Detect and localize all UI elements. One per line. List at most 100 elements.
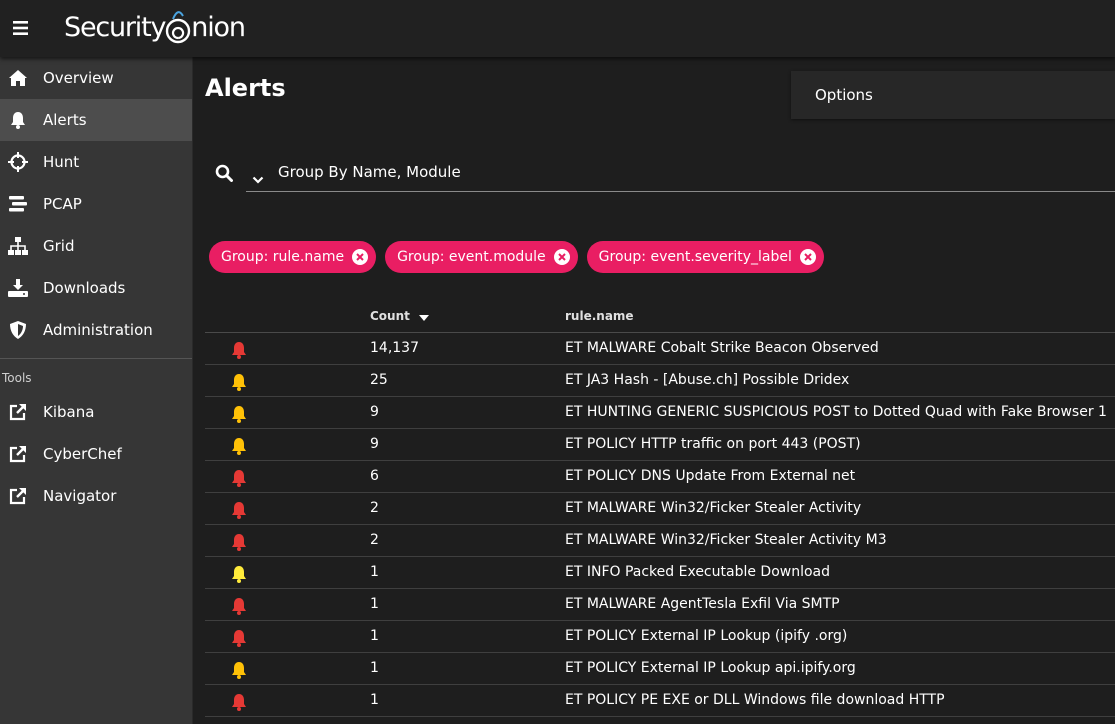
- sidebar-item-label: PCAP: [43, 195, 82, 213]
- sidebar-nav: Overview Alerts Hunt PCAP Grid Downloads: [0, 57, 193, 724]
- rule-name-cell[interactable]: ET MALWARE AgentTesla Exfil Via SMTP: [565, 596, 840, 612]
- close-icon[interactable]: [553, 249, 570, 265]
- shield-icon: [8, 320, 28, 340]
- count-cell[interactable]: 9: [370, 404, 379, 420]
- search-icon[interactable]: [215, 164, 233, 186]
- home-icon: [8, 68, 28, 88]
- rule-name-cell[interactable]: ET HUNTING GENERIC SUSPICIOUS POST to Do…: [565, 404, 1107, 420]
- count-header-label: Count: [370, 309, 410, 323]
- table-row[interactable]: 1 ET POLICY External IP Lookup api.ipify.…: [205, 653, 1115, 685]
- logo-text-nion: nion: [191, 11, 246, 43]
- severity-bell-icon[interactable]: [231, 693, 247, 715]
- sidebar-item-label: Alerts: [43, 111, 87, 129]
- count-cell[interactable]: 9: [370, 436, 379, 452]
- count-cell[interactable]: 25: [370, 372, 388, 388]
- close-icon[interactable]: [352, 249, 369, 265]
- count-cell[interactable]: 1: [370, 564, 379, 580]
- sidebar-item-label: Administration: [43, 321, 153, 339]
- severity-bell-icon[interactable]: [231, 629, 247, 651]
- sidebar-item-grid[interactable]: Grid: [0, 225, 192, 267]
- group-chips: Group: rule.name Group: event.module Gro…: [209, 241, 833, 273]
- table-row[interactable]: 1 ET INFO Packed Executable Download: [205, 557, 1115, 589]
- download-icon: [8, 278, 28, 298]
- rule-name-cell[interactable]: ET POLICY HTTP traffic on port 443 (POST…: [565, 436, 861, 452]
- rule-name-cell[interactable]: ET INFO Packed Executable Download: [565, 564, 830, 580]
- count-cell[interactable]: 1: [370, 596, 379, 612]
- group-chip-event-module[interactable]: Group: event.module: [385, 241, 578, 273]
- severity-bell-icon[interactable]: [231, 341, 247, 363]
- sidebar-item-cyberchef[interactable]: CyberChef: [0, 433, 192, 475]
- sidebar-item-alerts[interactable]: Alerts: [0, 99, 192, 141]
- sitemap-icon: [8, 236, 28, 256]
- bell-icon: [8, 110, 28, 130]
- table-row[interactable]: 9 ET HUNTING GENERIC SUSPICIOUS POST to D…: [205, 397, 1115, 429]
- security-onion-logo[interactable]: Security nion: [64, 6, 246, 48]
- rule-name-cell[interactable]: ET POLICY PE EXE or DLL Windows file dow…: [565, 692, 945, 708]
- table-row[interactable]: 2 ET MALWARE Win32/Ficker Stealer Activit…: [205, 525, 1115, 557]
- logo-text-security: Security: [64, 11, 166, 43]
- count-cell[interactable]: 6: [370, 468, 379, 484]
- severity-bell-icon[interactable]: [231, 437, 247, 459]
- sidebar-item-downloads[interactable]: Downloads: [0, 267, 192, 309]
- options-panel[interactable]: Options: [791, 71, 1115, 119]
- rule-name-cell[interactable]: ET POLICY External IP Lookup (ipify .org…: [565, 628, 847, 644]
- chevron-down-icon[interactable]: [252, 169, 264, 188]
- sidebar-item-label: Hunt: [43, 153, 80, 171]
- table-row[interactable]: 25 ET JA3 Hash - [Abuse.ch] Possible Drid…: [205, 365, 1115, 397]
- count-cell[interactable]: 1: [370, 628, 379, 644]
- table-row[interactable]: 9 ET POLICY HTTP traffic on port 443 (POS…: [205, 429, 1115, 461]
- count-column-header[interactable]: Count: [370, 309, 430, 323]
- rule-name-cell[interactable]: ET POLICY DNS Update From External net: [565, 468, 855, 484]
- severity-bell-icon[interactable]: [231, 661, 247, 683]
- alerts-table: Count rule.name 14,137 ET MALWARE Cobalt …: [205, 301, 1115, 717]
- sidebar-item-overview[interactable]: Overview: [0, 57, 192, 99]
- query-input[interactable]: Group By Name, Module: [246, 155, 1115, 192]
- severity-bell-icon[interactable]: [231, 501, 247, 523]
- rule-name-column-header[interactable]: rule.name: [565, 309, 634, 323]
- hamburger-menu-icon[interactable]: [10, 16, 32, 40]
- sidebar-item-label: Navigator: [43, 487, 117, 505]
- sidebar-item-label: Downloads: [43, 279, 126, 297]
- sidebar-item-hunt[interactable]: Hunt: [0, 141, 192, 183]
- tools-section-label: Tools: [2, 371, 32, 385]
- rule-name-cell[interactable]: ET POLICY External IP Lookup api.ipify.o…: [565, 660, 856, 676]
- sidebar-item-navigator[interactable]: Navigator: [0, 475, 192, 517]
- sidebar-item-pcap[interactable]: PCAP: [0, 183, 192, 225]
- rule-name-cell[interactable]: ET MALWARE Win32/Ficker Stealer Activity…: [565, 532, 887, 548]
- options-label[interactable]: Options: [815, 86, 873, 104]
- sidebar-item-administration[interactable]: Administration: [0, 309, 192, 351]
- count-cell[interactable]: 2: [370, 532, 379, 548]
- rule-name-cell[interactable]: ET MALWARE Win32/Ficker Stealer Activity: [565, 500, 861, 516]
- chip-label: Group: rule.name: [221, 249, 345, 265]
- severity-bell-icon[interactable]: [231, 373, 247, 395]
- external-link-icon: [8, 444, 28, 464]
- count-cell[interactable]: 14,137: [370, 340, 419, 356]
- table-row[interactable]: 1 ET MALWARE AgentTesla Exfil Via SMTP: [205, 589, 1115, 621]
- group-chip-severity-label[interactable]: Group: event.severity_label: [586, 241, 824, 273]
- sidebar-item-kibana[interactable]: Kibana: [0, 391, 192, 433]
- onion-logo-icon: [166, 11, 191, 44]
- query-text: Group By Name, Module: [278, 163, 461, 181]
- severity-bell-icon[interactable]: [231, 565, 247, 587]
- severity-bell-icon[interactable]: [231, 597, 247, 619]
- severity-bell-icon[interactable]: [231, 533, 247, 555]
- table-row[interactable]: 1 ET POLICY PE EXE or DLL Windows file do…: [205, 685, 1115, 717]
- severity-bell-icon[interactable]: [231, 469, 247, 491]
- count-cell[interactable]: 2: [370, 500, 379, 516]
- rule-name-cell[interactable]: ET JA3 Hash - [Abuse.ch] Possible Dridex: [565, 372, 849, 388]
- table-row[interactable]: 6 ET POLICY DNS Update From External net: [205, 461, 1115, 493]
- top-app-bar: Security nion: [0, 0, 1115, 57]
- external-link-icon: [8, 402, 28, 422]
- table-row[interactable]: 1 ET POLICY External IP Lookup (ipify .or…: [205, 621, 1115, 653]
- count-cell[interactable]: 1: [370, 692, 379, 708]
- sort-desc-icon: [419, 315, 430, 321]
- external-link-icon: [8, 486, 28, 506]
- table-row[interactable]: 2 ET MALWARE Win32/Ficker Stealer Activit…: [205, 493, 1115, 525]
- group-chip-rule-name[interactable]: Group: rule.name: [209, 241, 377, 273]
- table-row[interactable]: 14,137 ET MALWARE Cobalt Strike Beacon Ob…: [205, 333, 1115, 365]
- close-icon[interactable]: [799, 249, 816, 265]
- rule-name-cell[interactable]: ET MALWARE Cobalt Strike Beacon Observed: [565, 340, 879, 356]
- chip-label: Group: event.severity_label: [598, 249, 792, 265]
- severity-bell-icon[interactable]: [231, 405, 247, 427]
- count-cell[interactable]: 1: [370, 660, 379, 676]
